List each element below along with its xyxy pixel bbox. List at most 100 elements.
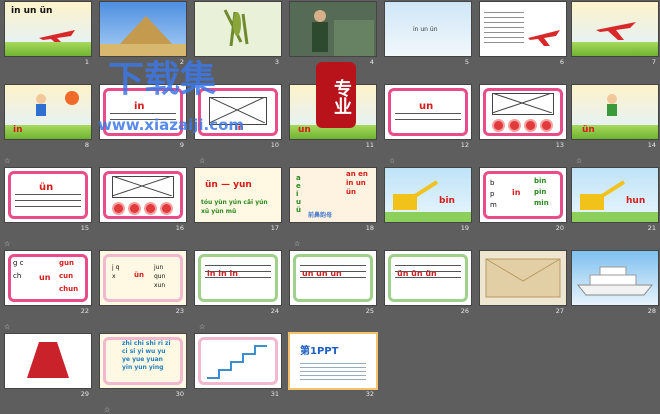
slide-thumb-1[interactable]: in un ün 1 bbox=[5, 2, 91, 68]
slide-thumb-24[interactable]: in in in 24 bbox=[195, 251, 281, 317]
slide-20-initials: b p m bbox=[490, 179, 497, 209]
pyramid-icon bbox=[100, 16, 186, 56]
animation-star-icon[interactable]: ☆ bbox=[4, 157, 10, 165]
slide-number: 5 bbox=[464, 58, 469, 66]
slide-number: 16 bbox=[175, 224, 184, 232]
slide-thumb-15[interactable]: ün 15 bbox=[5, 168, 91, 234]
slide-thumb-23[interactable]: j q x ün jun qun xun 23 bbox=[100, 251, 186, 317]
slide-thumb-17[interactable]: ün — yun tóu yùn yún cǎi yún xū yùn mǔ 1… bbox=[195, 168, 281, 234]
animation-star-icon[interactable]: ☆ bbox=[104, 406, 110, 414]
animation-star-icon[interactable]: ☆ bbox=[294, 240, 300, 248]
slide-9-title: in bbox=[134, 101, 145, 112]
slide-thumb-10[interactable]: in 10 bbox=[195, 85, 281, 151]
slide-32-preview: 第1PPT bbox=[290, 334, 376, 388]
slide-20-final: in bbox=[512, 188, 521, 197]
slide-12-title: un bbox=[419, 101, 434, 112]
slide-18-preview: a e i u ü an en in un ün 前鼻韵母 bbox=[290, 168, 376, 222]
slide-thumb-13[interactable]: 13 bbox=[480, 85, 566, 151]
slide-number: 4 bbox=[369, 58, 374, 66]
slide-18-caption: 前鼻韵母 bbox=[308, 212, 333, 219]
slide-31-preview bbox=[195, 334, 281, 388]
slide-thumb-8[interactable]: in 8 bbox=[5, 85, 91, 151]
animation-star-icon[interactable]: ☆ bbox=[4, 240, 10, 248]
cross-lines-icon bbox=[112, 176, 172, 196]
slide-thumb-4[interactable]: 4 bbox=[290, 2, 376, 68]
slide-thumb-6[interactable]: 6 bbox=[480, 2, 566, 68]
slide-18-vowels: a e i u ü bbox=[296, 174, 301, 214]
slide-thumb-12[interactable]: un 12 bbox=[385, 85, 471, 151]
stairs-icon bbox=[207, 345, 267, 379]
excavator-icon bbox=[385, 180, 471, 222]
slide-21-title: hun bbox=[626, 196, 646, 206]
slide-22-syllables: gun cun chun bbox=[59, 259, 79, 293]
slide-23-final: ün bbox=[134, 271, 144, 279]
slide-30-syllables: zhi chi shi ri zi ci si yi wu yu ye yue … bbox=[122, 340, 171, 371]
slide-thumb-19[interactable]: bin 19 bbox=[385, 168, 471, 234]
animation-star-icon[interactable]: ☆ bbox=[389, 157, 395, 165]
slide-number: 17 bbox=[270, 224, 279, 232]
cross-lines-icon bbox=[209, 97, 265, 123]
animation-star-icon[interactable]: ☆ bbox=[199, 323, 205, 331]
slide-21-preview: hun bbox=[572, 168, 658, 222]
flower-icon bbox=[146, 204, 155, 213]
slide-number: 27 bbox=[555, 307, 564, 315]
slide-19-title: bin bbox=[439, 196, 455, 206]
flower-icon bbox=[162, 204, 171, 213]
animation-star-icon[interactable]: ☆ bbox=[199, 157, 205, 165]
slide-15-title: ün bbox=[39, 182, 54, 193]
slide-number: 9 bbox=[179, 141, 184, 149]
flower-icon bbox=[494, 121, 503, 130]
slide-number: 23 bbox=[175, 307, 184, 315]
slide-12-preview: un bbox=[385, 85, 471, 139]
grasshopper-icon bbox=[223, 9, 249, 47]
slide-5-title: in un ün bbox=[413, 26, 438, 33]
slide-15-preview: ün bbox=[5, 168, 91, 222]
flower-icon bbox=[542, 121, 551, 130]
slide-7-preview bbox=[572, 2, 658, 56]
slide-thumb-29[interactable]: 29 bbox=[5, 334, 91, 400]
plane-icon bbox=[596, 22, 636, 40]
slide-number: 26 bbox=[460, 307, 469, 315]
slide-27-preview bbox=[480, 251, 566, 305]
ship-icon bbox=[576, 266, 654, 296]
slide-thumb-14[interactable]: ün 14 bbox=[572, 85, 658, 151]
slide-thumb-27[interactable]: 27 bbox=[480, 251, 566, 317]
slide-thumb-7[interactable]: 7 bbox=[572, 2, 658, 68]
slide-14-preview: ün bbox=[572, 85, 658, 139]
slide-thumb-20[interactable]: b p m in bin pin min 20 bbox=[480, 168, 566, 234]
slide-26-preview: ün ün ün bbox=[385, 251, 471, 305]
slide-thumb-16[interactable]: 16 bbox=[100, 168, 186, 234]
slide-17-title: ün — yun bbox=[205, 180, 252, 190]
slide-20-syllables: bin pin min bbox=[534, 177, 549, 207]
flower-icon bbox=[510, 121, 519, 130]
plane-icon bbox=[528, 30, 560, 46]
slide-number: 29 bbox=[80, 390, 89, 398]
slide-number: 6 bbox=[559, 58, 564, 66]
slide-number: 19 bbox=[460, 224, 469, 232]
slide-thumb-22[interactable]: g c ch un gun cun chun 22 bbox=[5, 251, 91, 317]
slide-thumb-26[interactable]: ün ün ün 26 bbox=[385, 251, 471, 317]
slide-thumb-3[interactable]: 3 bbox=[195, 2, 281, 68]
slide-number: 25 bbox=[365, 307, 374, 315]
slide-17-preview: ün — yun tóu yùn yún cǎi yún xū yùn mǔ bbox=[195, 168, 281, 222]
slide-number: 30 bbox=[175, 390, 184, 398]
slide-32-logo: 第1PPT bbox=[300, 346, 339, 357]
slide-thumb-9[interactable]: in 9 bbox=[100, 85, 186, 151]
slide-9-preview: in bbox=[100, 85, 186, 139]
slide-thumb-32[interactable]: 第1PPT 32 bbox=[290, 334, 376, 400]
slide-16-preview bbox=[100, 168, 186, 222]
slide-25-title: un un un bbox=[302, 269, 342, 278]
slide-thumb-28[interactable]: 28 bbox=[572, 251, 658, 317]
slide-thumb-18[interactable]: a e i u ü an en in un ün 前鼻韵母 18 bbox=[290, 168, 376, 234]
slide-thumb-31[interactable]: 31 bbox=[195, 334, 281, 400]
slide-thumb-30[interactable]: zhi chi shi ri zi ci si yi wu yu ye yue … bbox=[100, 334, 186, 400]
slide-thumb-5[interactable]: in un ün 5 bbox=[385, 2, 471, 68]
slide-number: 20 bbox=[555, 224, 564, 232]
animation-star-icon[interactable]: ☆ bbox=[576, 157, 582, 165]
sun-icon bbox=[65, 91, 79, 105]
slide-thumb-21[interactable]: hun 21 bbox=[572, 168, 658, 234]
slide-5-preview: in un ün bbox=[385, 2, 471, 56]
slide-thumb-25[interactable]: un un un 25 bbox=[290, 251, 376, 317]
slide-thumb-2[interactable]: 2 bbox=[100, 2, 186, 68]
animation-star-icon[interactable]: ☆ bbox=[4, 323, 10, 331]
